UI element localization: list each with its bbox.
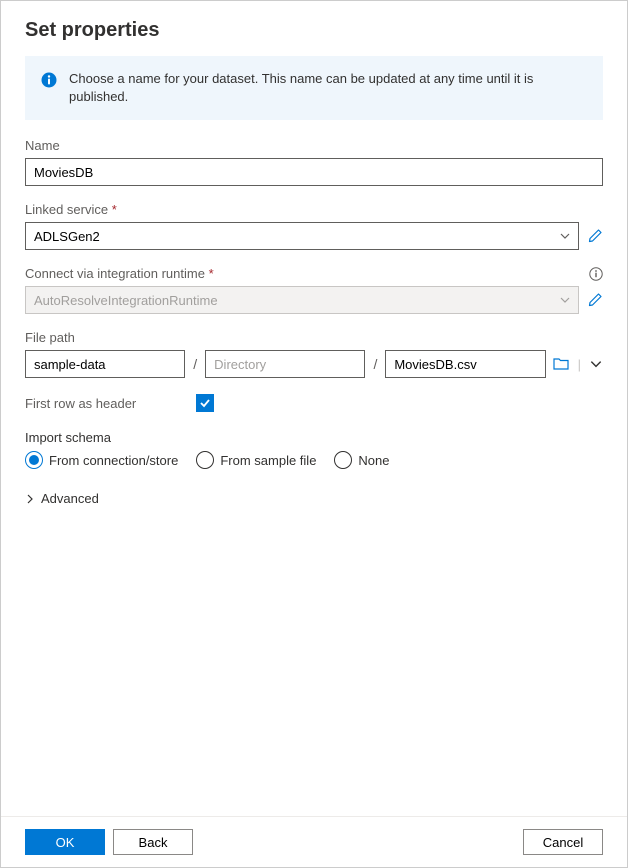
radio-circle bbox=[25, 451, 43, 469]
integration-runtime-group: Connect via integration runtime * bbox=[25, 266, 603, 314]
ok-button[interactable]: OK bbox=[25, 829, 105, 855]
file-input[interactable] bbox=[385, 350, 545, 378]
radio-from-sample[interactable]: From sample file bbox=[196, 451, 316, 469]
linked-service-select[interactable] bbox=[25, 222, 579, 250]
first-row-header-checkbox[interactable] bbox=[196, 394, 214, 412]
name-input[interactable] bbox=[25, 158, 603, 186]
radio-label: From sample file bbox=[220, 453, 316, 468]
radio-none[interactable]: None bbox=[334, 451, 389, 469]
container-input[interactable] bbox=[25, 350, 185, 378]
checkmark-icon bbox=[199, 397, 211, 409]
directory-input[interactable] bbox=[205, 350, 365, 378]
radio-label: None bbox=[358, 453, 389, 468]
panel-footer: OK Back Cancel bbox=[1, 816, 627, 867]
info-text: Choose a name for your dataset. This nam… bbox=[69, 70, 587, 106]
info-hint-icon[interactable] bbox=[589, 267, 603, 281]
file-path-group: File path / / | bbox=[25, 330, 603, 378]
pipe-divider: | bbox=[578, 357, 581, 372]
info-icon bbox=[41, 72, 57, 88]
advanced-expander[interactable]: Advanced bbox=[25, 487, 603, 510]
back-button[interactable]: Back bbox=[113, 829, 193, 855]
name-group: Name bbox=[25, 138, 603, 186]
file-path-label: File path bbox=[25, 330, 603, 345]
panel-content: Choose a name for your dataset. This nam… bbox=[1, 56, 627, 816]
info-banner: Choose a name for your dataset. This nam… bbox=[25, 56, 603, 120]
radio-from-connection[interactable]: From connection/store bbox=[25, 451, 178, 469]
edit-runtime-icon[interactable] bbox=[587, 292, 603, 308]
advanced-label: Advanced bbox=[41, 491, 99, 506]
page-title: Set properties bbox=[25, 19, 603, 42]
linked-service-group: Linked service * bbox=[25, 202, 603, 250]
path-separator: / bbox=[191, 356, 199, 372]
linked-service-label: Linked service * bbox=[25, 202, 603, 217]
first-row-header-row: First row as header bbox=[25, 394, 603, 412]
import-schema-label: Import schema bbox=[25, 430, 603, 445]
import-schema-group: Import schema From connection/store From… bbox=[25, 430, 603, 469]
name-label: Name bbox=[25, 138, 603, 153]
first-row-header-label: First row as header bbox=[25, 396, 136, 411]
panel-header: Set properties bbox=[1, 1, 627, 56]
integration-runtime-select bbox=[25, 286, 579, 314]
chevron-right-icon bbox=[25, 494, 35, 504]
path-separator: / bbox=[371, 356, 379, 372]
integration-runtime-label: Connect via integration runtime * bbox=[25, 266, 214, 281]
browse-folder-icon[interactable] bbox=[552, 355, 570, 373]
chevron-down-icon[interactable] bbox=[589, 357, 603, 371]
radio-circle bbox=[334, 451, 352, 469]
edit-linked-service-icon[interactable] bbox=[587, 228, 603, 244]
cancel-button[interactable]: Cancel bbox=[523, 829, 603, 855]
radio-circle bbox=[196, 451, 214, 469]
radio-label: From connection/store bbox=[49, 453, 178, 468]
